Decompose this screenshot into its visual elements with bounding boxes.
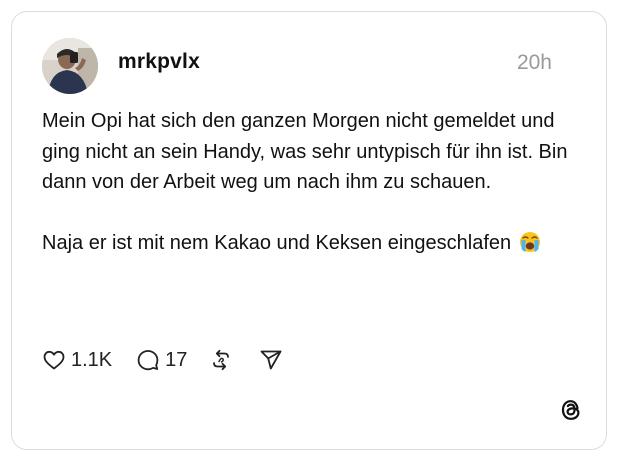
reply-button[interactable]: 17 — [136, 348, 187, 372]
username[interactable]: mrkpvlx — [118, 50, 200, 74]
post-paragraph-text: Naja er ist mit nem Kakao und Keksen ein… — [42, 232, 512, 254]
loudly-crying-face-icon — [519, 231, 541, 263]
post-paragraph: Mein Opi hat sich den ganzen Morgen nich… — [42, 110, 568, 193]
post-paragraph: Naja er ist mit nem Kakao und Keksen ein… — [42, 228, 582, 263]
post-timestamp: 20h — [516, 51, 552, 74]
like-button[interactable]: 1.1K — [42, 348, 112, 372]
post-actions: 1.1K 17 — [42, 346, 283, 374]
share-button[interactable] — [259, 348, 283, 372]
threads-logo-icon[interactable] — [558, 397, 584, 423]
repost-button[interactable] — [209, 348, 233, 372]
repost-icon — [213, 349, 230, 371]
reply-count: 17 — [165, 348, 188, 371]
heart-icon — [43, 350, 65, 370]
avatar[interactable] — [42, 38, 98, 94]
like-count: 1.1K — [71, 348, 113, 371]
post-card[interactable]: mrkpvlx 20h Mein Opi hat sich den ganzen… — [11, 11, 607, 450]
reply-bubble-icon — [137, 350, 159, 371]
avatar-image — [42, 38, 98, 94]
share-send-icon — [261, 350, 282, 370]
post-body: Mein Opi hat sich den ganzen Morgen nich… — [42, 106, 582, 263]
